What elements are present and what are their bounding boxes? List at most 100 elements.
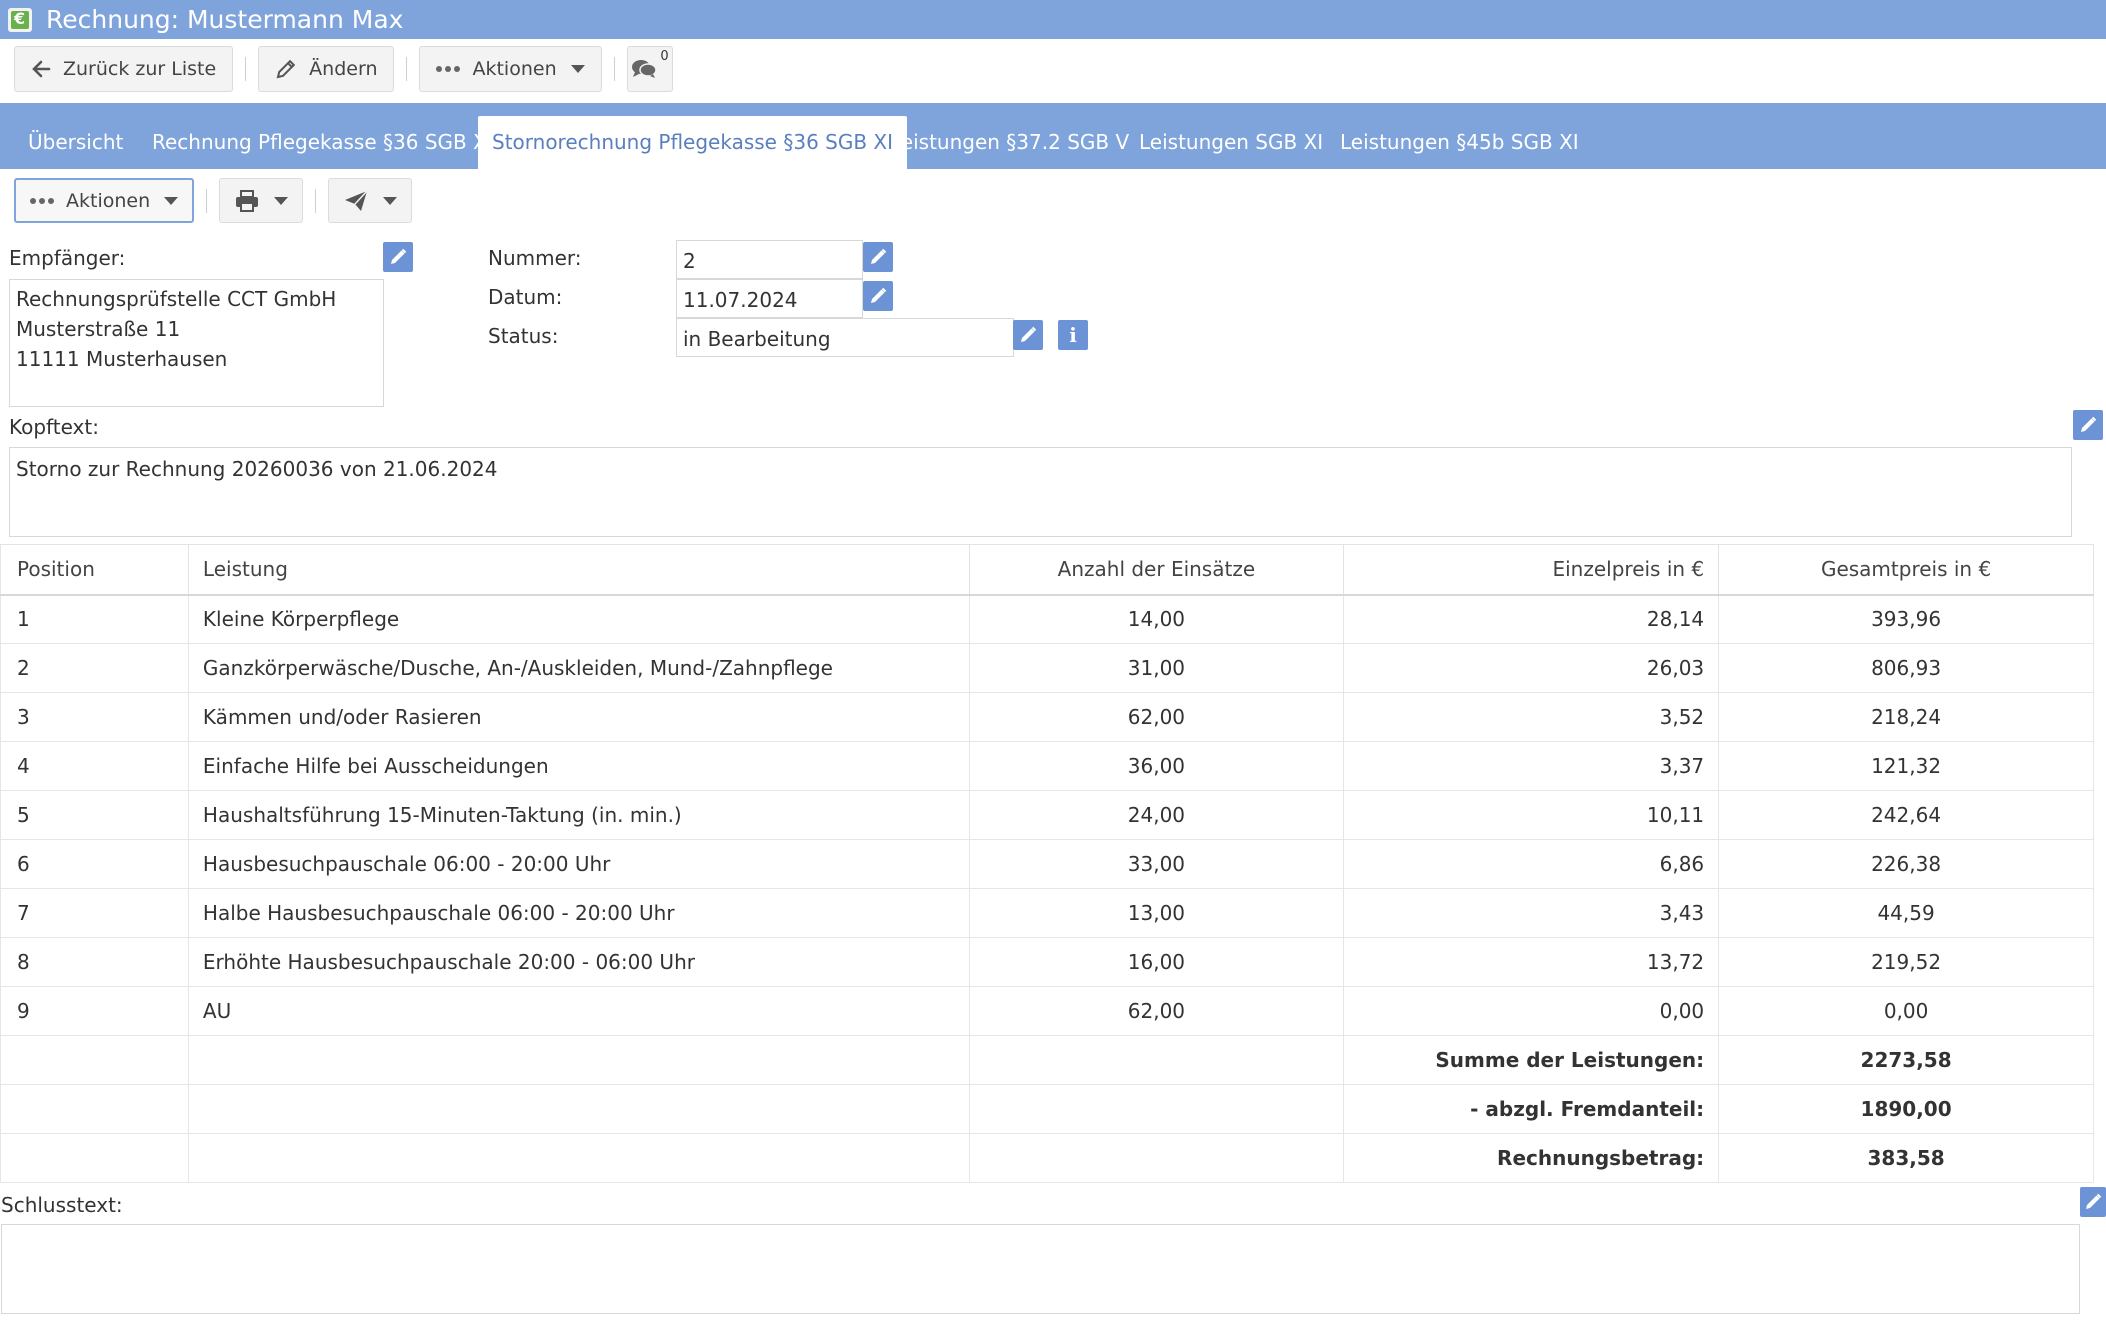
number-field[interactable]: 2	[676, 240, 863, 279]
print-dropdown-button[interactable]	[219, 178, 304, 223]
cell-total-price: 226,38	[1718, 839, 2094, 889]
pencil-icon	[871, 248, 887, 264]
cell-unit-price: 3,52	[1343, 692, 1720, 742]
cell-count: 62,00	[969, 986, 1345, 1036]
table-row[interactable]: 6 Hausbesuchpauschale 06:00 - 20:00 Uhr …	[0, 839, 2094, 889]
invoice-toolbar: Aktionen	[14, 178, 413, 223]
ellipsis-icon	[30, 197, 54, 204]
cell-total-price: 219,52	[1718, 937, 2094, 987]
tab-bar: Übersicht Rechnung Pflegekasse §36 SGB X…	[0, 103, 2106, 169]
table-row[interactable]: 1 Kleine Körperpflege 14,00 28,14 393,96	[0, 594, 2094, 644]
edit-date-button[interactable]	[863, 281, 893, 311]
cell-count: 62,00	[969, 692, 1345, 742]
column-header-count[interactable]: Anzahl der Einsätze	[969, 544, 1345, 596]
summary-row-services-total: Summe der Leistungen: 2273,58	[0, 1035, 2094, 1085]
tab-cancellation-invoice[interactable]: Stornorechnung Pflegekasse §36 SGB XI	[478, 116, 908, 169]
cell-position: 3	[0, 692, 189, 742]
comments-button[interactable]: 0	[626, 46, 673, 92]
header-text-box[interactable]: Storno zur Rechnung 20260036 von 21.06.2…	[9, 447, 2072, 537]
summary-value: 2273,58	[1718, 1035, 2094, 1085]
summary-label: Rechnungsbetrag:	[1343, 1133, 1720, 1183]
table-row[interactable]: 5 Haushaltsführung 15-Minuten-Taktung (i…	[0, 790, 2094, 840]
footer-text-label: Schlusstext:	[1, 1193, 123, 1217]
app-logo-icon	[8, 7, 32, 32]
number-label: Nummer:	[488, 246, 582, 270]
cell-count: 31,00	[969, 643, 1345, 693]
table-row[interactable]: 3 Kämmen und/oder Rasieren 62,00 3,52 21…	[0, 692, 2094, 742]
column-header-total-price[interactable]: Gesamtpreis in €	[1718, 544, 2094, 596]
table-row[interactable]: 2 Ganzkörperwäsche/Dusche, An-/Auskleide…	[0, 643, 2094, 693]
cell-total-price: 44,59	[1718, 888, 2094, 938]
column-header-unit-price[interactable]: Einzelpreis in €	[1343, 544, 1720, 596]
table-row[interactable]: 8 Erhöhte Hausbesuchpauschale 20:00 - 06…	[0, 937, 2094, 987]
cell-count: 24,00	[969, 790, 1345, 840]
summary-value: 383,58	[1718, 1133, 2094, 1183]
edit-recipient-button[interactable]	[383, 242, 413, 272]
cell-count: 13,00	[969, 888, 1345, 938]
cell-service: Halbe Hausbesuchpauschale 06:00 - 20:00 …	[188, 888, 970, 938]
cell-unit-price: 28,14	[1343, 594, 1720, 644]
cell-position: 9	[0, 986, 189, 1036]
ellipsis-icon	[436, 66, 461, 72]
cell-service: Kleine Körperpflege	[188, 594, 970, 644]
pencil-icon	[1021, 326, 1037, 342]
actions-dropdown-button[interactable]: Aktionen	[419, 46, 602, 92]
cell-position: 7	[0, 888, 189, 938]
edit-status-button[interactable]	[1013, 320, 1043, 350]
table-row[interactable]: 9 AU 62,00 0,00 0,00	[0, 986, 2094, 1036]
cell-position: 8	[0, 937, 189, 987]
toolbar-divider	[406, 57, 408, 81]
edit-number-button[interactable]	[863, 242, 893, 272]
pencil-icon	[276, 59, 296, 79]
tab-overview[interactable]: Übersicht	[28, 116, 123, 169]
send-dropdown-button[interactable]	[328, 178, 413, 223]
back-to-list-button[interactable]: Zurück zur Liste	[14, 46, 234, 92]
summary-label: Summe der Leistungen:	[1343, 1035, 1720, 1085]
printer-icon	[236, 189, 259, 212]
caret-down-icon	[164, 196, 179, 205]
cell-total-price: 393,96	[1718, 594, 2094, 644]
cell-unit-price: 3,37	[1343, 741, 1720, 791]
table-row[interactable]: 4 Einfache Hilfe bei Ausscheidungen 36,0…	[0, 741, 2094, 791]
cell-unit-price: 0,00	[1343, 986, 1720, 1036]
tab-services-sgb-xi[interactable]: Leistungen SGB XI	[1139, 116, 1323, 169]
summary-row-third-party-share: - abzgl. Fremdanteil: 1890,00	[0, 1084, 2094, 1134]
tab-invoice-care-insurance[interactable]: Rechnung Pflegekasse §36 SGB XI	[152, 116, 493, 169]
column-header-position[interactable]: Position	[0, 544, 189, 596]
caret-down-icon	[383, 196, 398, 205]
cell-service: Kämmen und/oder Rasieren	[188, 692, 970, 742]
edit-label: Ändern	[309, 58, 378, 80]
recipient-line-3: 11111 Musterhausen	[16, 347, 228, 371]
date-field[interactable]: 11.07.2024	[676, 279, 863, 318]
date-label: Datum:	[488, 285, 563, 309]
invoice-actions-dropdown[interactable]: Aktionen	[14, 178, 195, 223]
cell-unit-price: 13,72	[1343, 937, 1720, 987]
edit-footer-text-button[interactable]	[2080, 1187, 2106, 1217]
cell-service: AU	[188, 986, 970, 1036]
cell-unit-price: 10,11	[1343, 790, 1720, 840]
caret-down-icon	[274, 196, 289, 205]
toolbar-divider	[245, 57, 247, 81]
cell-unit-price: 26,03	[1343, 643, 1720, 693]
pencil-icon	[2086, 1193, 2102, 1209]
status-info-icon[interactable]: i	[1058, 320, 1088, 350]
column-header-service[interactable]: Leistung	[188, 544, 970, 596]
cell-service: Erhöhte Hausbesuchpauschale 20:00 - 06:0…	[188, 937, 970, 987]
tab-services-45b[interactable]: Leistungen §45b SGB XI	[1340, 116, 1579, 169]
cell-position: 5	[0, 790, 189, 840]
cell-service: Einfache Hilfe bei Ausscheidungen	[188, 741, 970, 791]
edit-header-text-button[interactable]	[2073, 410, 2103, 440]
actions-label: Aktionen	[472, 58, 557, 80]
cell-count: 36,00	[969, 741, 1345, 791]
summary-row-invoice-amount: Rechnungsbetrag: 383,58	[0, 1133, 2094, 1183]
edit-button[interactable]: Ändern	[258, 46, 395, 92]
comments-icon	[631, 60, 657, 78]
tab-services-sgb-v[interactable]: Leistungen §37.2 SGB V	[890, 116, 1129, 169]
cell-position: 2	[0, 643, 189, 693]
pencil-icon	[391, 248, 407, 264]
status-field[interactable]: in Bearbeitung	[676, 318, 1014, 357]
footer-text-box[interactable]	[1, 1224, 2080, 1314]
table-row[interactable]: 7 Halbe Hausbesuchpauschale 06:00 - 20:0…	[0, 888, 2094, 938]
recipient-address-box[interactable]: Rechnungsprüfstelle CCT GmbH Musterstraß…	[9, 279, 384, 407]
positions-table: Position Leistung Anzahl der Einsätze Ei…	[0, 544, 2094, 1183]
